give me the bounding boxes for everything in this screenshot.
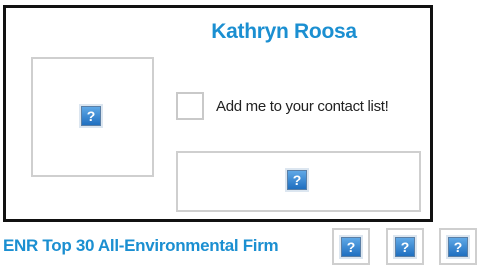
award-badge[interactable]: ?	[439, 228, 477, 265]
broken-image-icon: ?	[395, 237, 415, 257]
broken-image-icon: ?	[448, 237, 468, 257]
award-text: ENR Top 30 All-Environmental Firm	[3, 236, 279, 255]
contact-label: Add me to your contact list!	[216, 97, 389, 115]
contact-checkbox[interactable]	[176, 92, 204, 120]
award-badge[interactable]: ?	[332, 228, 370, 265]
broken-image-icon: ?	[81, 106, 101, 126]
company-banner[interactable]: ?	[176, 151, 421, 212]
broken-image-icon: ?	[287, 170, 307, 190]
contact-opt-in[interactable]: Add me to your contact list!	[176, 90, 389, 122]
profile-name: Kathryn Roosa	[211, 20, 357, 43]
profile-photo: ?	[31, 57, 154, 177]
broken-image-icon: ?	[341, 237, 361, 257]
signature-card: Kathryn Roosa ? Add me to your contact l…	[3, 5, 433, 222]
award-badge[interactable]: ?	[386, 228, 424, 265]
